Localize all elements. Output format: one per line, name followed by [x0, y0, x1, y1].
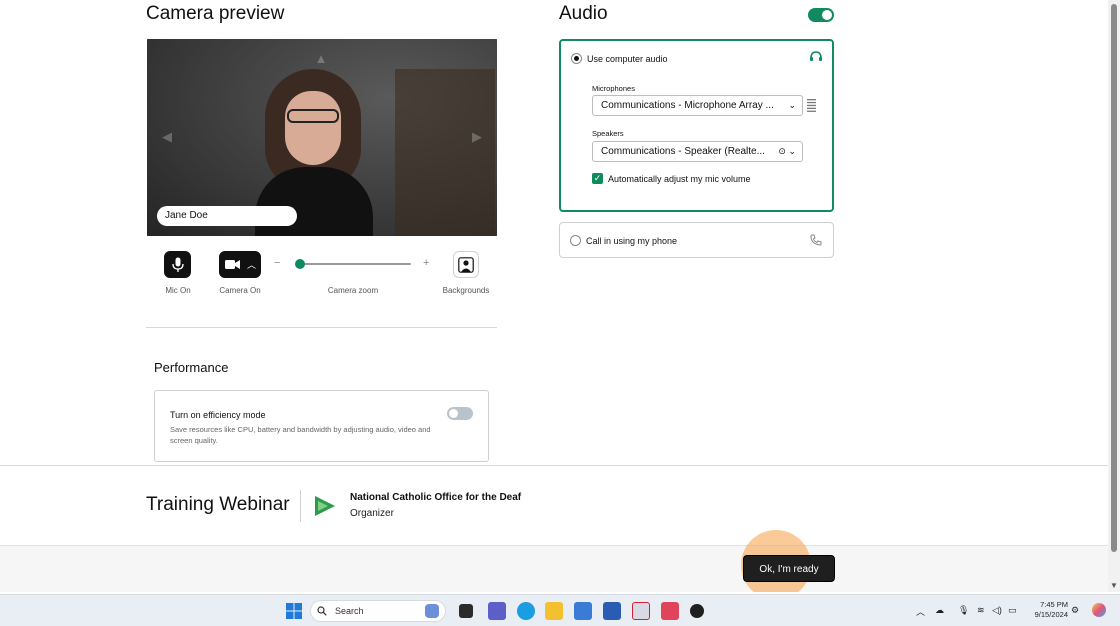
- auto-adjust-label: Automatically adjust my mic volume: [608, 174, 751, 184]
- chevron-down-icon: ⊙ ⌄: [778, 146, 796, 156]
- call-in-phone-card[interactable]: Call in using my phone: [559, 222, 834, 258]
- backgrounds-label: Backgrounds: [442, 286, 490, 295]
- search-icon: [317, 606, 327, 616]
- search-highlight-icon: [425, 604, 439, 618]
- backgrounds-button[interactable]: [453, 251, 479, 278]
- audio-title: Audio: [559, 3, 608, 24]
- settings-gear-icon[interactable]: ⚙: [1071, 605, 1079, 616]
- clock-date: 9/15/2024: [1034, 610, 1068, 619]
- scroll-down-icon[interactable]: ▼: [1110, 582, 1118, 590]
- mic-level-meter-icon: [807, 99, 816, 112]
- teams-icon[interactable]: [488, 602, 506, 620]
- pan-right-icon[interactable]: ▶: [467, 127, 487, 147]
- vertical-scrollbar[interactable]: ▼: [1108, 0, 1120, 592]
- efficiency-mode-description: Save resources like CPU, battery and ban…: [170, 425, 431, 445]
- efficiency-mode-card: Turn on efficiency mode Save resources l…: [154, 390, 489, 462]
- onedrive-icon[interactable]: ☁: [935, 605, 944, 616]
- efficiency-mode-toggle[interactable]: [447, 407, 473, 420]
- zoom-in-button[interactable]: +: [423, 257, 429, 269]
- task-view-icon[interactable]: [459, 604, 473, 618]
- camera-zoom-handle[interactable]: [295, 259, 305, 269]
- organizer-role: Organizer: [350, 508, 394, 519]
- auto-adjust-checkbox[interactable]: ✓: [592, 173, 603, 184]
- edge-icon[interactable]: [517, 602, 535, 620]
- computer-audio-card[interactable]: Use computer audio Microphones Communica…: [559, 39, 834, 212]
- microphones-label: Microphones: [592, 84, 635, 93]
- copilot-icon[interactable]: [1092, 603, 1106, 617]
- volume-icon[interactable]: ◁): [992, 605, 1002, 616]
- footer-divider: [0, 465, 1108, 466]
- computer-audio-label: Use computer audio: [587, 54, 668, 64]
- microphone-select[interactable]: Communications - Microphone Array ... ⌄: [592, 95, 803, 116]
- store-icon[interactable]: [574, 602, 592, 620]
- word-icon[interactable]: [603, 602, 621, 620]
- computer-audio-radio[interactable]: [571, 53, 582, 64]
- webinar-title: Training Webinar: [146, 494, 290, 515]
- call-in-phone-label: Call in using my phone: [586, 236, 678, 246]
- pan-up-icon[interactable]: ▲: [311, 49, 331, 69]
- camera-status-label: Camera On: [219, 286, 261, 295]
- meeting-setup-page: Camera preview ▲ ◀ ▶ Jane Doe Mic On ︿ C…: [0, 0, 1108, 592]
- video-camera-icon: [225, 260, 240, 269]
- mic-button[interactable]: [164, 251, 191, 278]
- section-divider: [146, 327, 497, 328]
- footer-vertical-divider: [300, 490, 301, 522]
- phone-icon: [810, 234, 822, 246]
- taskbar-search-placeholder: Search: [335, 606, 364, 616]
- participant-name-tag: Jane Doe: [157, 206, 297, 226]
- efficiency-mode-title: Turn on efficiency mode: [170, 410, 266, 420]
- chevron-down-icon: ⌄: [788, 100, 796, 110]
- windows-taskbar: Search ︿ ☁ 🎙 ≋ ◁) ▭ 7:45 PM 9/15/2024 ⚙: [0, 594, 1120, 626]
- microphone-tray-icon[interactable]: 🎙: [958, 605, 969, 616]
- chevron-up-icon[interactable]: ︿: [247, 258, 256, 271]
- call-in-phone-radio[interactable]: [570, 235, 581, 246]
- clock-time: 7:45 PM: [1040, 600, 1068, 609]
- calendar-app-icon[interactable]: [632, 602, 650, 620]
- microphone-select-value: Communications - Microphone Array ...: [601, 100, 774, 111]
- organizer-logo: [315, 496, 335, 516]
- background-person-icon: [458, 256, 474, 273]
- red-app-icon[interactable]: [661, 602, 679, 620]
- battery-icon[interactable]: ▭: [1008, 605, 1017, 616]
- speaker-select-value: Communications - Speaker (Realte...: [601, 146, 765, 157]
- headset-icon: [810, 51, 822, 61]
- show-hidden-icons-icon[interactable]: ︿: [916, 605, 925, 618]
- audio-toggle[interactable]: [808, 8, 834, 22]
- camera-zoom-label: Camera zoom: [327, 286, 379, 295]
- pan-left-icon[interactable]: ◀: [157, 127, 177, 147]
- camera-zoom-slider[interactable]: [297, 263, 411, 265]
- speakers-label: Speakers: [592, 129, 624, 138]
- microphone-icon: [171, 257, 184, 272]
- camera-button[interactable]: ︿: [219, 251, 261, 278]
- speaker-select[interactable]: Communications - Speaker (Realte... ⊙ ⌄: [592, 141, 803, 162]
- wifi-icon[interactable]: ≋: [977, 605, 985, 616]
- zoom-out-button[interactable]: −: [274, 257, 280, 269]
- windows-start-icon[interactable]: [285, 602, 303, 620]
- taskbar-clock[interactable]: 7:45 PM 9/15/2024: [1028, 600, 1068, 620]
- performance-title: Performance: [154, 360, 229, 375]
- scrollbar-thumb[interactable]: [1111, 4, 1117, 552]
- ready-button[interactable]: Ok, I'm ready: [743, 555, 835, 582]
- organizer-name: National Catholic Office for the Deaf: [350, 492, 522, 503]
- webex-icon[interactable]: [690, 604, 704, 618]
- file-explorer-icon[interactable]: [545, 602, 563, 620]
- action-bar: [0, 545, 1108, 592]
- mic-status-label: Mic On: [165, 286, 191, 295]
- camera-preview-title: Camera preview: [146, 3, 285, 24]
